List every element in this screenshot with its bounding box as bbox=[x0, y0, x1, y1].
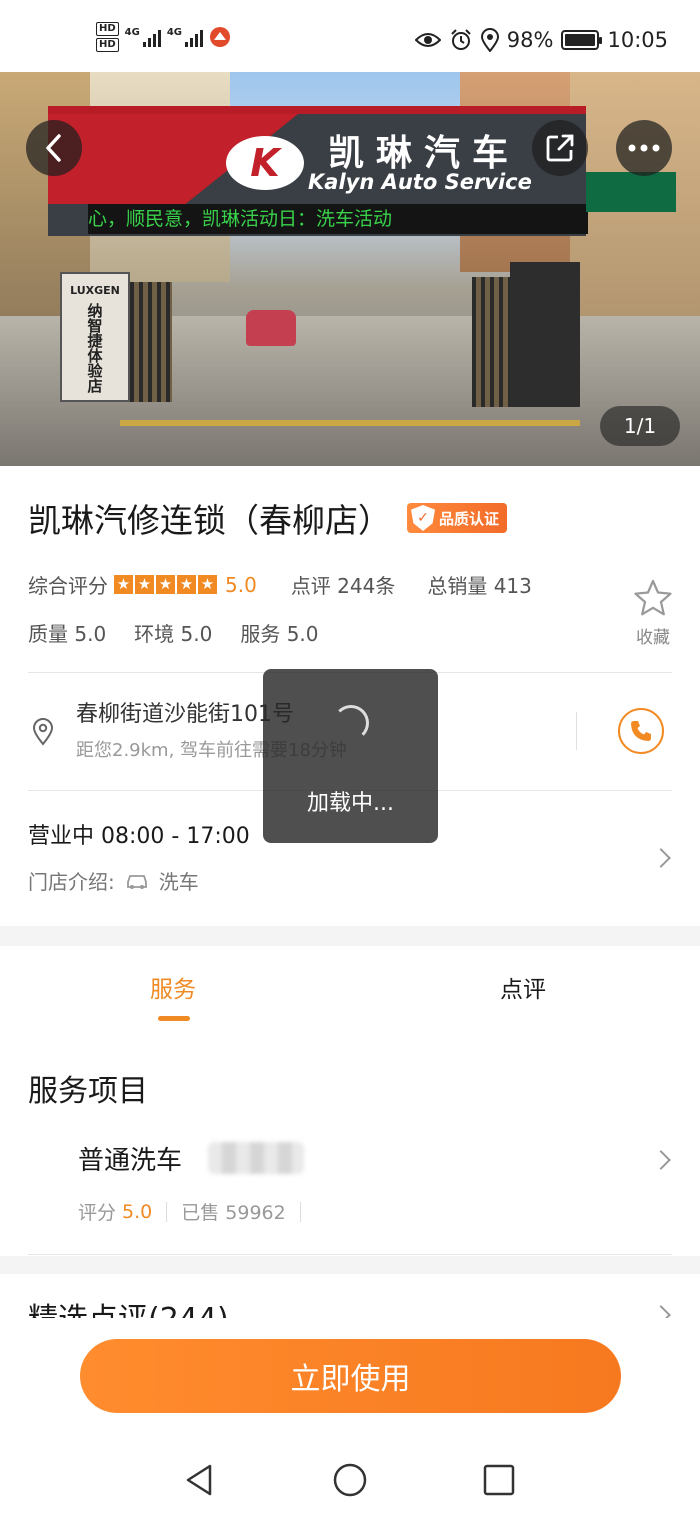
quality-badge: ✓ 品质认证 bbox=[407, 503, 508, 533]
call-button[interactable] bbox=[618, 708, 664, 754]
more-dots-icon bbox=[628, 144, 660, 152]
app-notification-icon bbox=[210, 27, 231, 47]
post-text: 纳智捷体验店 bbox=[85, 303, 104, 393]
clock: 10:05 bbox=[607, 28, 668, 52]
use-now-button[interactable]: 立即使用 bbox=[80, 1339, 621, 1413]
chevron-left-icon bbox=[46, 134, 61, 162]
service-meta: 评分 5.0 已售 59962 bbox=[78, 1198, 309, 1225]
signal-icon-sim2: 4G bbox=[166, 27, 204, 47]
rating-label: 综合评分 bbox=[28, 574, 108, 598]
photo-pager: 1/1 bbox=[600, 406, 680, 446]
chevron-right-icon[interactable] bbox=[651, 848, 671, 868]
status-bar: HD HD 4G 4G 98% 10:05 bbox=[0, 0, 700, 72]
favorite-button[interactable]: 收藏 bbox=[628, 578, 678, 648]
sim1-network-label: 4G bbox=[124, 27, 140, 38]
share-button[interactable] bbox=[532, 120, 588, 176]
system-nav-bar bbox=[0, 1440, 700, 1518]
quality-badge-label: 品质认证 bbox=[439, 509, 500, 528]
review-count: 点评 244条 bbox=[290, 574, 396, 598]
sign-text-cn: 凯琳汽车 bbox=[328, 133, 521, 174]
star-outline-icon bbox=[634, 579, 672, 616]
hd-label-1: HD bbox=[96, 22, 119, 36]
tab-review[interactable]: 点评 bbox=[500, 970, 546, 1004]
photo-gate bbox=[472, 277, 510, 407]
service-sold-count: 已售 59962 bbox=[181, 1202, 286, 1224]
bottom-action-bar: 立即使用 bbox=[0, 1318, 700, 1440]
service-price-blurred bbox=[208, 1142, 304, 1174]
shop-name: 凯琳汽修连锁（春柳店） bbox=[28, 501, 391, 540]
star-icon: ★ bbox=[135, 575, 154, 594]
service-rating-value: 5.0 bbox=[122, 1200, 153, 1223]
tab-bar: 服务 点评 bbox=[0, 946, 700, 1030]
shop-intro[interactable]: 门店介绍: 洗车 bbox=[28, 866, 199, 895]
car-wash-icon bbox=[126, 874, 147, 889]
active-tab-indicator bbox=[158, 1016, 190, 1021]
photo-gatepost bbox=[510, 262, 580, 407]
shop-title-row: 凯琳汽修连锁（春柳店） ✓ 品质认证 bbox=[28, 494, 508, 542]
photo-gate bbox=[130, 282, 172, 402]
share-icon bbox=[546, 134, 574, 162]
shop-photo[interactable]: LUXGEN 纳智捷体验店 K 凯琳汽车 Kalyn Auto Service … bbox=[0, 72, 700, 466]
hd-label-2: HD bbox=[96, 38, 119, 52]
battery-icon bbox=[561, 30, 603, 50]
signal-icon-sim1: 4G bbox=[125, 27, 161, 47]
loading-toast: 加载中... bbox=[263, 669, 438, 843]
sign-text-en: Kalyn Auto Service bbox=[308, 170, 532, 194]
chevron-right-icon bbox=[651, 1150, 671, 1170]
rating-stars: ★ ★ ★ ★ ★ bbox=[114, 575, 217, 594]
nav-back-icon[interactable] bbox=[182, 1462, 218, 1498]
star-icon: ★ bbox=[114, 575, 133, 594]
back-button[interactable] bbox=[26, 120, 82, 176]
sub-ratings: 质量 5.0 环境 5.0 服务 5.0 bbox=[28, 618, 319, 647]
service-rating: 服务 5.0 bbox=[240, 622, 319, 646]
battery-level bbox=[565, 34, 595, 46]
section-gap bbox=[0, 926, 700, 946]
post-brand: LUXGEN bbox=[70, 284, 120, 297]
star-icon: ★ bbox=[198, 575, 217, 594]
section-gap bbox=[0, 1256, 700, 1274]
battery-percent: 98% bbox=[506, 28, 554, 52]
kalyn-logo: K bbox=[226, 136, 304, 190]
eye-icon bbox=[414, 33, 441, 47]
business-hours: 营业中 08:00 - 17:00 bbox=[28, 824, 250, 849]
shield-check-icon: ✓ bbox=[411, 505, 435, 531]
address-text: 春柳街道沙能街101号 bbox=[76, 702, 294, 727]
service-name: 普通洗车 bbox=[78, 1146, 183, 1176]
sim2-network-label: 4G bbox=[166, 27, 183, 38]
more-options-button[interactable] bbox=[616, 120, 672, 176]
photo-gatepost-sign: LUXGEN 纳智捷体验店 bbox=[60, 272, 130, 402]
location-pin-icon bbox=[32, 718, 54, 746]
status-right: 98% 10:05 bbox=[414, 28, 668, 52]
intro-value: 洗车 bbox=[158, 870, 199, 894]
star-icon: ★ bbox=[177, 575, 196, 594]
service-rating-label: 评分 bbox=[78, 1202, 117, 1224]
photo-signboard: K 凯琳汽车 Kalyn Auto Service 心，顺民意，凯琳活动日：洗车… bbox=[48, 106, 588, 236]
photo-road-line bbox=[120, 420, 580, 426]
photo-car bbox=[246, 310, 296, 346]
location-icon bbox=[480, 28, 499, 52]
quality-rating: 质量 5.0 bbox=[28, 622, 107, 646]
sales-count: 总销量 413 bbox=[427, 574, 532, 598]
nav-recents-icon[interactable] bbox=[481, 1462, 517, 1498]
address-divider bbox=[576, 712, 577, 750]
phone-icon bbox=[631, 721, 651, 741]
alarm-icon bbox=[451, 29, 471, 50]
star-icon: ★ bbox=[156, 575, 175, 594]
hd-indicator: HD HD bbox=[96, 22, 119, 52]
loading-spinner-icon bbox=[333, 705, 369, 741]
tab-service[interactable]: 服务 bbox=[150, 970, 196, 1004]
rating-row: 综合评分 ★ ★ ★ ★ ★ 5.0 点评 244条 总销量 413 bbox=[28, 570, 532, 599]
rating-value: 5.0 bbox=[225, 572, 257, 597]
environment-rating: 环境 5.0 bbox=[134, 622, 213, 646]
photo-green-sign bbox=[586, 172, 676, 212]
led-banner: 心，顺民意，凯琳活动日：洗车活动 bbox=[88, 204, 588, 234]
intro-label: 门店介绍: bbox=[28, 870, 115, 894]
services-section-title: 服务项目 bbox=[28, 1074, 148, 1109]
divider bbox=[28, 1254, 672, 1255]
loading-text: 加载中... bbox=[307, 791, 394, 816]
nav-home-icon[interactable] bbox=[332, 1462, 368, 1498]
favorite-label: 收藏 bbox=[636, 628, 670, 648]
signal-indicators: HD HD 4G 4G bbox=[96, 22, 231, 52]
